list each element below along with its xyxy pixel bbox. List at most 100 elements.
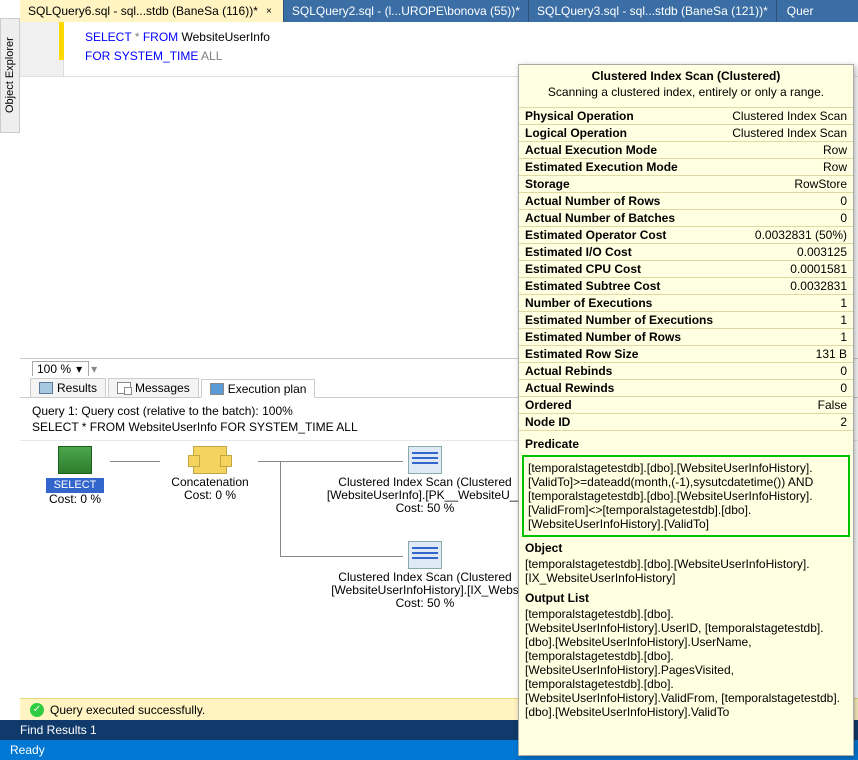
tooltip-row: Number of Executions 1 bbox=[519, 294, 853, 311]
tooltip-row: Physical Operation Clustered Index Scan bbox=[519, 107, 853, 124]
execplan-icon bbox=[210, 383, 224, 395]
tooltip-title: Clustered Index Scan (Clustered) bbox=[519, 65, 853, 85]
plan-node-cix1[interactable]: Clustered Index Scan (Clustered [Website… bbox=[320, 446, 530, 515]
tooltip-row-label: Actual Execution Mode bbox=[525, 143, 657, 157]
keyword-select: SELECT bbox=[85, 30, 131, 44]
tooltip-row-value: Clustered Index Scan bbox=[732, 109, 847, 123]
execution-plan-tab[interactable]: Execution plan bbox=[201, 379, 316, 398]
tooltip-row-value: 0.003125 bbox=[797, 245, 847, 259]
tab-query3[interactable]: SQLQuery3.sql - sql...stdb (BaneSa (121)… bbox=[529, 0, 777, 22]
select-label: SELECT bbox=[46, 478, 105, 493]
output-list-text: [temporalstagetestdb].[dbo].[WebsiteUser… bbox=[519, 607, 853, 725]
tab-label: SQLQuery2.sql - (l...UROPE\bonova (55))* bbox=[292, 4, 520, 18]
tooltip-row: Estimated Execution ModeRow bbox=[519, 158, 853, 175]
tooltip-row-value: Clustered Index Scan bbox=[732, 126, 847, 140]
concat-cost: Cost: 0 % bbox=[160, 489, 260, 502]
plan-connector bbox=[280, 556, 403, 557]
tooltip-row-value: 1 bbox=[840, 296, 847, 310]
tooltip-row: Estimated Row Size 131 B bbox=[519, 345, 853, 362]
star-operator: * bbox=[135, 30, 143, 44]
table-name: WebsiteUserInfo bbox=[182, 30, 270, 44]
tooltip-row-value: 0 bbox=[840, 194, 847, 208]
select-icon bbox=[58, 446, 92, 474]
tooltip-row-value: 1 bbox=[840, 330, 847, 344]
tooltip-row: Estimated I/O Cost0.003125 bbox=[519, 243, 853, 260]
zoom-value: 100 % bbox=[37, 362, 71, 376]
tooltip-row: Estimated Number of Rows 1 bbox=[519, 328, 853, 345]
tooltip-row-label: Ordered bbox=[525, 398, 572, 412]
tooltip-row-label: Logical Operation bbox=[525, 126, 627, 140]
predicate-text: [temporalstagetestdb].[dbo].[WebsiteUser… bbox=[522, 455, 850, 537]
tooltip-row-label: Estimated Row Size bbox=[525, 347, 638, 361]
tab-label: Messages bbox=[135, 381, 190, 395]
cix-icon bbox=[408, 446, 442, 474]
tab-label: Results bbox=[57, 381, 97, 395]
keyword-for: FOR bbox=[85, 49, 110, 63]
concat-icon bbox=[193, 446, 227, 474]
tooltip-row-value: False bbox=[818, 398, 847, 412]
tab-label: SQLQuery6.sql - sql...stdb (BaneSa (116)… bbox=[28, 4, 258, 18]
tooltip-row-value: Row bbox=[823, 160, 847, 174]
tooltip-row: Actual Rewinds 0 bbox=[519, 379, 853, 396]
predicate-label: Predicate bbox=[519, 430, 853, 453]
grid-icon bbox=[39, 382, 53, 394]
tab-query2[interactable]: SQLQuery2.sql - (l...UROPE\bonova (55))* bbox=[284, 0, 529, 22]
messages-tab[interactable]: Messages bbox=[108, 378, 199, 397]
tooltip-row-value: 0.0032831 bbox=[790, 279, 847, 293]
success-icon: ✓ bbox=[30, 703, 44, 717]
plan-connector bbox=[280, 461, 281, 556]
tooltip-row-label: Physical Operation bbox=[525, 109, 634, 123]
tooltip-row-value: 0.0001581 bbox=[790, 262, 847, 276]
tab-overflow: Quer bbox=[777, 0, 824, 22]
zoom-dropdown[interactable]: 100 % ▾ bbox=[32, 361, 89, 377]
tooltip-row: Actual Execution Mode Row bbox=[519, 141, 853, 158]
results-tab[interactable]: Results bbox=[30, 378, 106, 397]
messages-icon bbox=[117, 382, 131, 394]
tooltip-row: Estimated Subtree Cost 0.0032831 bbox=[519, 277, 853, 294]
tooltip-row-label: Estimated Number of Executions bbox=[525, 313, 713, 327]
tooltip-row-value: 131 B bbox=[816, 347, 847, 361]
operator-tooltip: Clustered Index Scan (Clustered) Scannin… bbox=[518, 64, 854, 756]
object-label: Object bbox=[519, 541, 853, 557]
tooltip-row: Actual Rebinds 0 bbox=[519, 362, 853, 379]
change-indicator bbox=[59, 22, 64, 60]
tab-query6[interactable]: SQLQuery6.sql - sql...stdb (BaneSa (116)… bbox=[20, 0, 284, 22]
tooltip-row-value: Row bbox=[823, 143, 847, 157]
tooltip-row-label: Actual Rebinds bbox=[525, 364, 612, 378]
chevron-down-icon: ▾ bbox=[74, 362, 84, 376]
tooltip-row: Node ID2 bbox=[519, 413, 853, 430]
plan-node-cix2[interactable]: Clustered Index Scan (Clustered [Website… bbox=[320, 541, 530, 610]
select-cost: Cost: 0 % bbox=[40, 493, 110, 506]
tooltip-row-label: Number of Executions bbox=[525, 296, 652, 310]
tooltip-row-label: Actual Rewinds bbox=[525, 381, 614, 395]
tooltip-row-label: Estimated Subtree Cost bbox=[525, 279, 660, 293]
editor-margin bbox=[20, 22, 64, 76]
tooltip-row-value: 0.0032831 (50%) bbox=[755, 228, 847, 242]
cix1-cost: Cost: 50 % bbox=[320, 502, 530, 515]
tooltip-row: Actual Number of Rows0 bbox=[519, 192, 853, 209]
object-text: [temporalstagetestdb].[dbo].[WebsiteUser… bbox=[519, 557, 853, 591]
tooltip-row: Estimated Number of Executions 1 bbox=[519, 311, 853, 328]
plan-node-concat[interactable]: Concatenation Cost: 0 % bbox=[160, 446, 260, 502]
plan-node-select[interactable]: SELECT Cost: 0 % bbox=[40, 446, 110, 506]
tooltip-row-label: Estimated Number of Rows bbox=[525, 330, 681, 344]
keyword-from: FROM bbox=[143, 30, 178, 44]
tooltip-row-value: 0 bbox=[840, 381, 847, 395]
object-explorer-tab[interactable]: Object Explorer bbox=[0, 18, 20, 133]
keyword-systemtime: SYSTEM_TIME bbox=[114, 49, 201, 63]
tooltip-subtitle: Scanning a clustered index, entirely or … bbox=[519, 85, 853, 107]
tab-label: SQLQuery3.sql - sql...stdb (BaneSa (121)… bbox=[537, 4, 768, 18]
close-icon[interactable]: × bbox=[263, 5, 275, 17]
keyword-all: ALL bbox=[201, 49, 222, 63]
tooltip-row-value: 1 bbox=[840, 313, 847, 327]
tooltip-row: StorageRowStore bbox=[519, 175, 853, 192]
cix-icon bbox=[408, 541, 442, 569]
tooltip-row-label: Estimated CPU Cost bbox=[525, 262, 641, 276]
tooltip-row: Estimated Operator Cost0.0032831 (50%) bbox=[519, 226, 853, 243]
tooltip-row: Logical Operation Clustered Index Scan bbox=[519, 124, 853, 141]
tooltip-row-value: 0 bbox=[840, 211, 847, 225]
tooltip-row-value: RowStore bbox=[794, 177, 847, 191]
document-tabs: SQLQuery6.sql - sql...stdb (BaneSa (116)… bbox=[20, 0, 858, 22]
tooltip-row-value: 0 bbox=[840, 364, 847, 378]
zoom-dash: ▾ bbox=[91, 362, 97, 376]
